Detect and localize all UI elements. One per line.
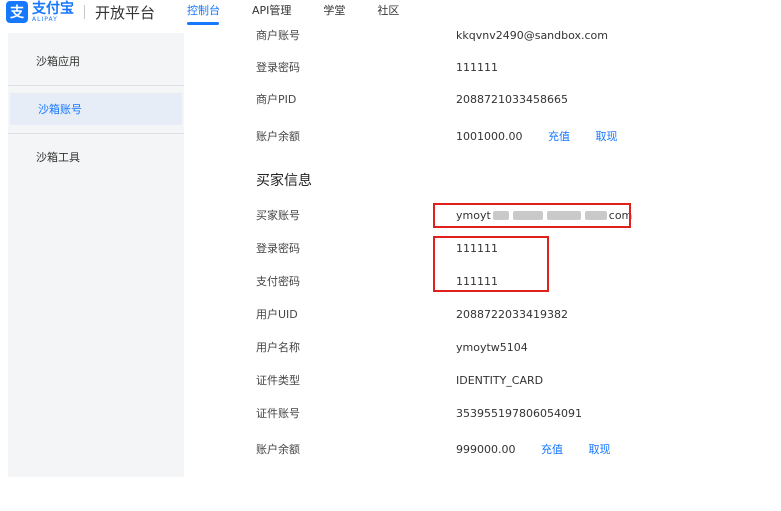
merchant-pid-label: 商户PID <box>256 93 297 106</box>
buyer-uid-label: 用户UID <box>256 308 298 321</box>
nav-community[interactable]: 社区 <box>377 2 399 18</box>
logo-cn: 支付宝 <box>32 0 74 17</box>
buyer-recharge-link[interactable]: 充值 <box>541 443 563 456</box>
account-details: 商户账号 kkqvnv2490@sandbox.com 登录密码 111111 … <box>184 29 781 477</box>
buyer-account-label: 买家账号 <box>256 209 300 222</box>
merchant-pid-value: 2088721033458665 <box>456 92 568 106</box>
buyer-pay-password-label: 支付密码 <box>256 275 300 288</box>
merchant-password-row: 登录密码 111111 <box>184 57 781 77</box>
buyer-id-number-value: 353955197806054091 <box>456 406 582 420</box>
sidebar: 沙箱应用 沙箱账号 沙箱工具 <box>8 33 184 477</box>
buyer-id-type-label: 证件类型 <box>256 374 300 387</box>
merchant-password-label: 登录密码 <box>256 61 300 74</box>
buyer-uid-row: 用户UID 2088722033419382 <box>184 304 781 324</box>
buyer-login-password-label: 登录密码 <box>256 242 300 255</box>
buyer-section-title: 买家信息 <box>256 173 312 189</box>
sidebar-item-sandbox-tools[interactable]: 沙箱工具 <box>8 141 184 173</box>
alipay-logo[interactable]: 支 支付宝 ALIPAY 开放平台 <box>6 0 155 24</box>
buyer-id-number-label: 证件账号 <box>256 407 300 420</box>
buyer-id-number-row: 证件账号 353955197806054091 <box>184 403 781 423</box>
buyer-balance-value: 999000.00 <box>456 443 516 456</box>
nav-academy[interactable]: 学堂 <box>323 2 345 18</box>
buyer-uid-value: 2088722033419382 <box>456 307 568 321</box>
buyer-balance-label: 账户余额 <box>256 443 300 456</box>
merchant-account-value: kkqvnv2490@sandbox.com <box>456 28 609 42</box>
merchant-account-label: 商户账号 <box>256 29 300 42</box>
sidebar-divider <box>8 133 184 134</box>
buyer-name-value: ymoytw5104 <box>456 340 528 354</box>
main-nav: 控制台 API管理 学堂 社区 <box>187 2 431 25</box>
buyer-id-type-row: 证件类型 IDENTITY_CARD <box>184 370 781 390</box>
merchant-pid-row: 商户PID 2088721033458665 <box>184 89 781 109</box>
merchant-balance-value: 1001000.00 <box>456 130 523 143</box>
sidebar-item-sandbox-app[interactable]: 沙箱应用 <box>8 45 184 77</box>
merchant-balance-label: 账户余额 <box>256 130 300 143</box>
merchant-withdraw-link[interactable]: 取现 <box>595 130 617 143</box>
nav-console[interactable]: 控制台 <box>187 2 220 25</box>
sidebar-divider <box>8 85 184 86</box>
highlight-box-passwords <box>433 236 549 292</box>
nav-api-management[interactable]: API管理 <box>252 2 291 18</box>
merchant-balance-row: 账户余额 1001000.00 充值 取现 <box>184 126 781 146</box>
highlight-box-buyer-account <box>433 203 631 228</box>
merchant-recharge-link[interactable]: 充值 <box>548 130 570 143</box>
merchant-password-value: 111111 <box>456 60 498 74</box>
buyer-id-type-value: IDENTITY_CARD <box>456 373 544 387</box>
merchant-account-row: 商户账号 kkqvnv2490@sandbox.com <box>184 25 781 45</box>
sidebar-item-sandbox-account[interactable]: 沙箱账号 <box>10 93 182 125</box>
logo-divider <box>84 5 85 19</box>
alipay-logo-icon: 支 <box>6 1 28 23</box>
platform-title: 开放平台 <box>95 3 156 22</box>
buyer-withdraw-link[interactable]: 取现 <box>589 443 611 456</box>
buyer-name-label: 用户名称 <box>256 341 300 354</box>
buyer-name-row: 用户名称 ymoytw5104 <box>184 337 781 357</box>
logo-en: ALIPAY <box>32 15 58 23</box>
buyer-balance-row: 账户余额 999000.00 充值 取现 <box>184 439 781 459</box>
